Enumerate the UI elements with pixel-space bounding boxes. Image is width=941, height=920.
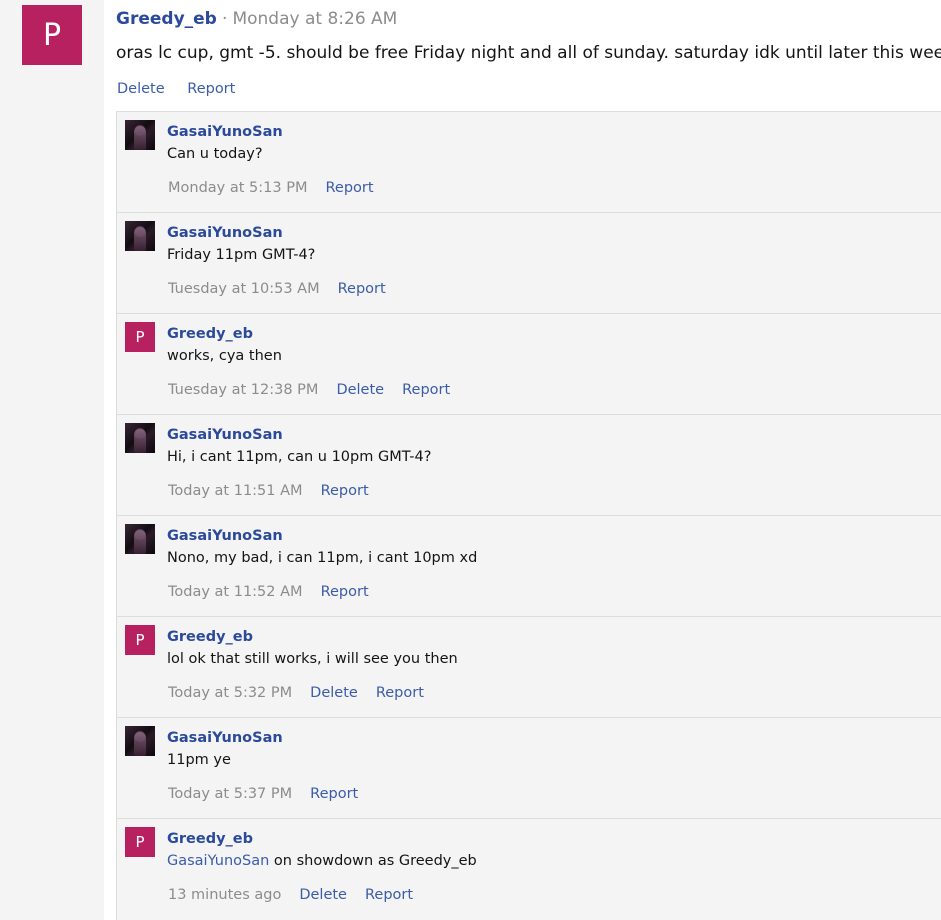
comment-meta: Tuesday at 10:53 AM Report [168, 281, 404, 297]
commenter-avatar[interactable]: P [125, 322, 155, 352]
commenter-avatar[interactable]: P [125, 625, 155, 655]
comment-timestamp[interactable]: Today at 5:37 PM [168, 786, 292, 802]
comment-text: Nono, my bad, i can 11pm, i cant 10pm xd [167, 550, 478, 566]
comment-report-link[interactable]: Report [321, 584, 369, 600]
comment-delete-link[interactable]: Delete [336, 382, 384, 398]
comment-delete-link[interactable]: Delete [299, 887, 347, 903]
commenter-name-link[interactable]: Greedy_eb [167, 831, 253, 847]
comment-item: P Greedy_eb GasaiYunoSan on showdown as … [117, 819, 941, 920]
comment-text-rest: on showdown as Greedy_eb [269, 853, 477, 869]
comment-item: P Greedy_eb lol ok that still works, i w… [117, 617, 941, 718]
commenter-avatar[interactable] [125, 221, 155, 251]
comment-text: Friday 11pm GMT-4? [167, 247, 316, 263]
comment-text: works, cya then [167, 348, 282, 364]
comment-item: P Greedy_eb works, cya then Tuesday at 1… [117, 314, 941, 415]
comment-timestamp[interactable]: Tuesday at 10:53 AM [168, 281, 320, 297]
status-report-link[interactable]: Report [187, 81, 235, 97]
comment-list: GasaiYunoSan Can u today? Monday at 5:13… [116, 111, 941, 920]
comment-item: GasaiYunoSan Nono, my bad, i can 11pm, i… [117, 516, 941, 617]
comment-meta: Today at 11:51 AM Report [168, 483, 387, 499]
comment-text: Hi, i cant 11pm, can u 10pm GMT-4? [167, 449, 432, 465]
comment-meta: Monday at 5:13 PM Report [168, 180, 392, 196]
comment-meta: Today at 5:32 PM Delete Report [168, 685, 442, 701]
comment-report-link[interactable]: Report [321, 483, 369, 499]
comment-delete-link[interactable]: Delete [310, 685, 358, 701]
comment-meta: 13 minutes ago Delete Report [168, 887, 431, 903]
status-author-avatar[interactable]: P [22, 5, 82, 65]
commenter-name-link[interactable]: GasaiYunoSan [167, 225, 283, 241]
comment-timestamp[interactable]: Today at 11:52 AM [168, 584, 303, 600]
comment-item: GasaiYunoSan Hi, i cant 11pm, can u 10pm… [117, 415, 941, 516]
comment-item: GasaiYunoSan 11pm ye Today at 5:37 PM Rep… [117, 718, 941, 819]
comment-text: GasaiYunoSan on showdown as Greedy_eb [167, 853, 477, 869]
comment-timestamp[interactable]: Today at 5:32 PM [168, 685, 292, 701]
comment-timestamp[interactable]: Tuesday at 12:38 PM [168, 382, 318, 398]
comment-meta: Tuesday at 12:38 PM Delete Report [168, 382, 468, 398]
comment-report-link[interactable]: Report [402, 382, 450, 398]
commenter-avatar[interactable] [125, 423, 155, 453]
comment-timestamp[interactable]: Monday at 5:13 PM [168, 180, 307, 196]
comment-meta: Today at 5:37 PM Report [168, 786, 376, 802]
comment-text: Can u today? [167, 146, 263, 162]
commenter-name-link[interactable]: GasaiYunoSan [167, 427, 283, 443]
status-actions: Delete Report [117, 81, 253, 97]
status-timestamp[interactable]: Monday at 8:26 AM [232, 9, 397, 29]
comment-timestamp[interactable]: Today at 11:51 AM [168, 483, 303, 499]
status-message: oras lc cup, gmt -5. should be free Frid… [116, 43, 941, 63]
status-delete-link[interactable]: Delete [117, 81, 165, 97]
comment-report-link[interactable]: Report [376, 685, 424, 701]
header-separator: · [221, 9, 228, 29]
comment-text: lol ok that still works, i will see you … [167, 651, 458, 667]
commenter-avatar[interactable] [125, 726, 155, 756]
comment-report-link[interactable]: Report [325, 180, 373, 196]
comment-report-link[interactable]: Report [310, 786, 358, 802]
status-author-link[interactable]: Greedy_eb [116, 9, 217, 29]
comment-report-link[interactable]: Report [365, 887, 413, 903]
comment-item: GasaiYunoSan Can u today? Monday at 5:13… [117, 112, 941, 213]
commenter-avatar[interactable]: P [125, 827, 155, 857]
comment-item: GasaiYunoSan Friday 11pm GMT-4? Tuesday … [117, 213, 941, 314]
commenter-name-link[interactable]: GasaiYunoSan [167, 124, 283, 140]
commenter-avatar[interactable] [125, 524, 155, 554]
status-header: Greedy_eb · Monday at 8:26 AM [116, 9, 397, 29]
commenter-name-link[interactable]: Greedy_eb [167, 326, 253, 342]
commenter-name-link[interactable]: GasaiYunoSan [167, 730, 283, 746]
commenter-avatar[interactable] [125, 120, 155, 150]
comment-meta: Today at 11:52 AM Report [168, 584, 387, 600]
commenter-name-link[interactable]: GasaiYunoSan [167, 528, 283, 544]
comment-text: 11pm ye [167, 752, 231, 768]
comment-report-link[interactable]: Report [338, 281, 386, 297]
left-gutter [0, 0, 104, 920]
commenter-name-link[interactable]: Greedy_eb [167, 629, 253, 645]
comment-timestamp[interactable]: 13 minutes ago [168, 887, 281, 903]
mention-link[interactable]: GasaiYunoSan [167, 853, 269, 869]
